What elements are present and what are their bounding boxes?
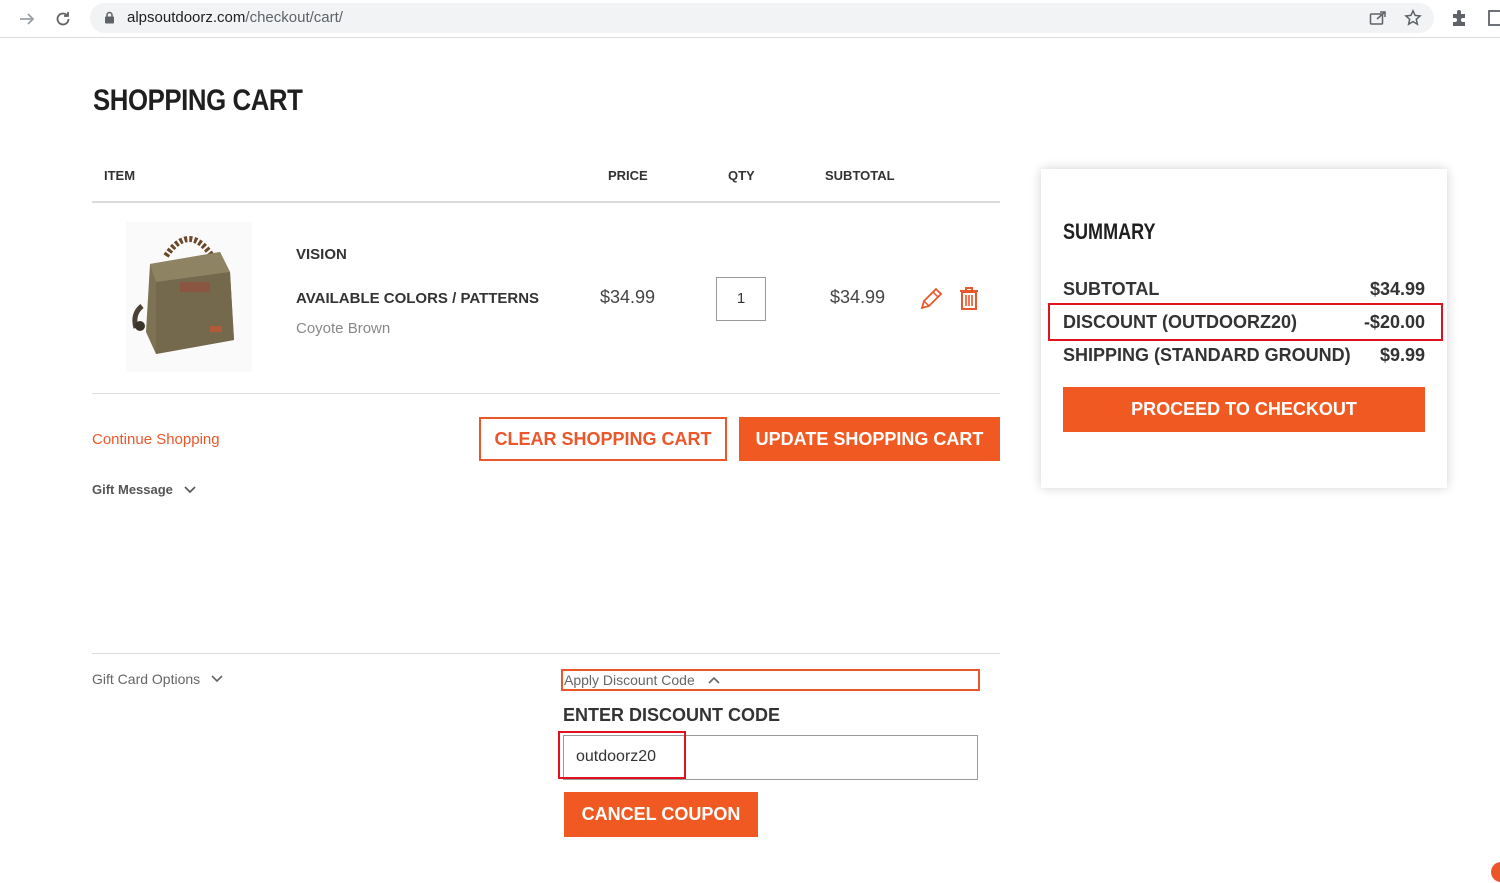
url-text: alpsoutdoorz.com/checkout/cart/ [127, 9, 343, 26]
edit-icon[interactable] [918, 286, 944, 317]
summary-subtotal-row: SUBTOTAL $34.99 [1063, 279, 1425, 300]
apply-discount-toggle[interactable]: Apply Discount Code [561, 669, 980, 691]
option-label: AVAILABLE COLORS / PATTERNS [296, 290, 540, 307]
proceed-to-checkout-button[interactable]: PROCEED TO CHECKOUT [1063, 387, 1425, 432]
divider [92, 393, 1000, 394]
page-title: SHOPPING CART [93, 84, 303, 117]
reload-icon[interactable] [51, 7, 75, 31]
product-image[interactable] [126, 222, 252, 372]
header-qty: QTY [728, 168, 755, 183]
chevron-down-icon [211, 675, 223, 683]
highlight-box [1048, 303, 1443, 341]
star-icon[interactable] [1403, 8, 1423, 28]
summary-subtotal-value: $34.99 [1369, 279, 1425, 299]
lock-icon [104, 11, 115, 29]
apply-discount-label: Apply Discount Code [564, 672, 695, 688]
summary-shipping-row: SHIPPING (STANDARD GROUND) $9.99 [1063, 345, 1425, 366]
order-summary: SUMMARY SUBTOTAL $34.99 DISCOUNT (OUTDOO… [1041, 169, 1447, 488]
share-icon[interactable] [1368, 8, 1388, 28]
summary-shipping-value: $9.99 [1379, 345, 1425, 365]
trash-icon[interactable] [958, 285, 980, 316]
option-value: Coyote Brown [296, 320, 391, 337]
chat-widget-icon[interactable] [1491, 862, 1500, 882]
divider [92, 653, 1000, 654]
highlight-box [558, 731, 686, 779]
header-price: PRICE [608, 168, 648, 183]
clear-cart-button[interactable]: CLEAR SHOPPING CART [479, 417, 727, 461]
extensions-icon[interactable] [1449, 8, 1469, 28]
gift-card-label: Gift Card Options [92, 671, 201, 687]
gift-message-label: Gift Message [92, 482, 173, 497]
header-subtotal: SUBTOTAL [825, 168, 895, 183]
continue-shopping-link[interactable]: Continue Shopping [92, 431, 220, 448]
divider [92, 201, 1000, 203]
chevron-up-icon [708, 676, 720, 684]
quantity-input[interactable]: 1 [716, 277, 766, 321]
item-price: $34.99 [600, 287, 656, 307]
forward-icon[interactable] [15, 7, 39, 31]
summary-title: SUMMARY [1063, 219, 1156, 244]
chevron-down-icon [184, 485, 196, 493]
header-item: ITEM [104, 168, 136, 183]
update-cart-button[interactable]: UPDATE SHOPPING CART [739, 417, 1000, 461]
window-icon[interactable] [1485, 8, 1500, 28]
gift-message-toggle[interactable]: Gift Message [92, 482, 197, 497]
product-name[interactable]: VISION [296, 246, 347, 263]
browser-toolbar: alpsoutdoorz.com/checkout/cart/ [0, 0, 1500, 38]
gift-card-options-toggle[interactable]: Gift Card Options [92, 671, 224, 687]
discount-code-label: ENTER DISCOUNT CODE [563, 705, 781, 725]
item-subtotal: $34.99 [830, 287, 886, 307]
cancel-coupon-button[interactable]: CANCEL COUPON [564, 792, 758, 837]
summary-shipping-label: SHIPPING (STANDARD GROUND) [1063, 345, 1351, 365]
address-bar[interactable]: alpsoutdoorz.com/checkout/cart/ [90, 3, 1434, 33]
summary-subtotal-label: SUBTOTAL [1063, 279, 1160, 299]
